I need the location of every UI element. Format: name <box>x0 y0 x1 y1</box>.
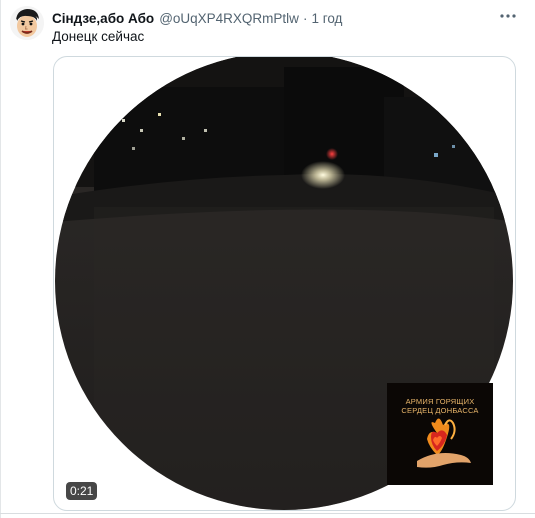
cartoon-face-avatar-icon <box>10 6 44 40</box>
video-player[interactable]: АРМИЯ ГОРЯЩИХ СЕРДЕЦ ДОНБАССА 0:21 <box>53 56 516 511</box>
more-horizontal-icon <box>500 14 516 18</box>
tweet[interactable]: Сіндзе,або Або @oUqXP4RXQRmPtlw · 1 год … <box>0 0 535 518</box>
more-options-button[interactable] <box>497 9 519 23</box>
tweet-text: Донецк сейчас <box>52 29 145 44</box>
video-duration-badge: 0:21 <box>66 482 98 500</box>
separator-dot: · <box>302 10 308 26</box>
user-handle[interactable]: @oUqXP4RXQRmPtlw <box>159 11 299 26</box>
display-name[interactable]: Сіндзе,або Або <box>52 11 154 26</box>
tweet-divider <box>0 513 535 514</box>
tweet-header: Сіндзе,або Або @oUqXP4RXQRmPtlw · 1 год <box>52 9 342 27</box>
channel-watermark: АРМИЯ ГОРЯЩИХ СЕРДЕЦ ДОНБАССА <box>387 383 493 485</box>
burning-heart-in-hand-logo-icon <box>417 418 471 468</box>
timestamp[interactable]: 1 год <box>311 11 342 26</box>
avatar[interactable] <box>10 6 44 40</box>
